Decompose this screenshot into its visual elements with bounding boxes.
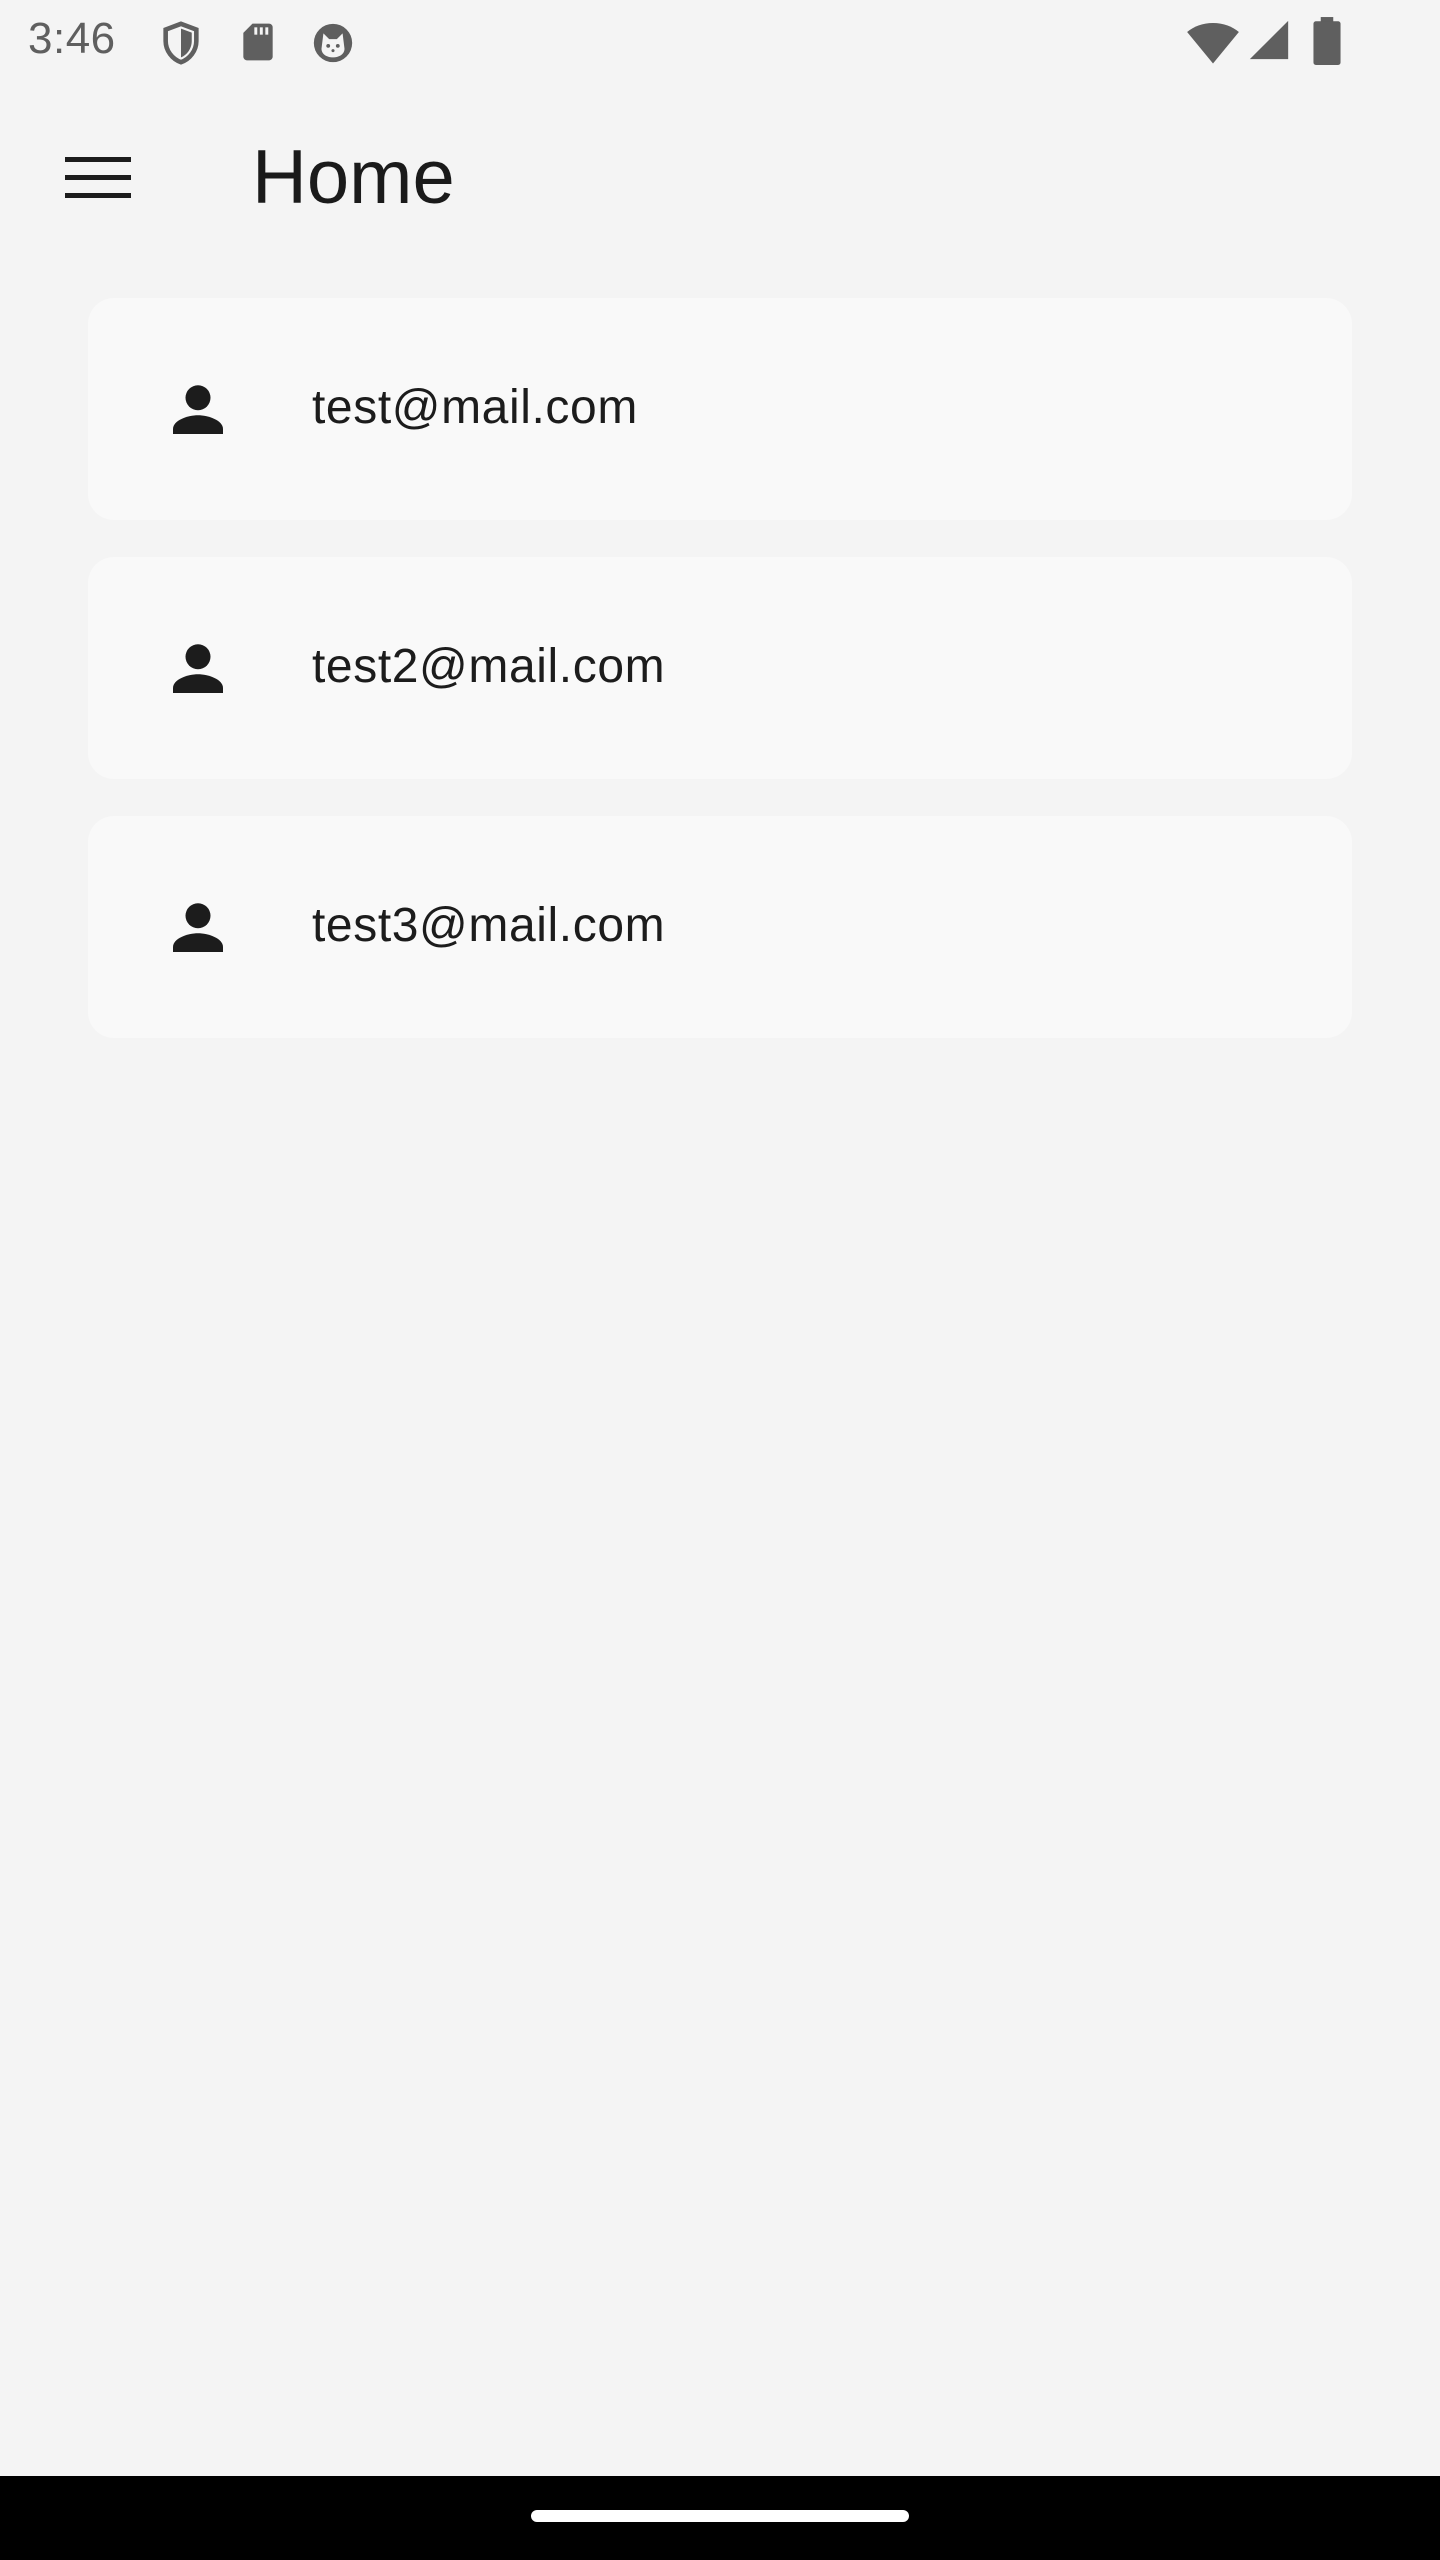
sd-card-icon <box>243 23 273 61</box>
status-bar: 3:46 <box>0 0 1440 84</box>
user-list-item[interactable]: test3@mail.com <box>88 816 1352 1038</box>
person-icon <box>173 644 223 693</box>
app-bar: Home <box>0 84 1440 276</box>
navigation-bar <box>0 2476 1440 2560</box>
shield-icon <box>163 21 199 65</box>
screen: 3:46 Home test@mail.com test2@mail.com t… <box>0 0 1440 2560</box>
user-list: test@mail.com test2@mail.com test3@mail.… <box>88 298 1352 1075</box>
menu-button[interactable] <box>48 128 148 228</box>
user-email: test3@mail.com <box>312 899 666 952</box>
battery-icon <box>1313 17 1341 65</box>
user-email: test@mail.com <box>312 381 638 434</box>
user-list-item[interactable]: test@mail.com <box>88 298 1352 520</box>
wifi-icon <box>1187 23 1239 64</box>
home-gesture-handle[interactable] <box>531 2510 909 2522</box>
status-time: 3:46 <box>28 14 116 63</box>
page-title: Home <box>252 135 455 220</box>
person-icon <box>173 903 223 952</box>
hamburger-menu-icon <box>65 157 131 198</box>
person-icon <box>173 385 223 434</box>
cell-signal-icon <box>1249 20 1289 60</box>
user-email: test2@mail.com <box>312 640 666 693</box>
user-list-item[interactable]: test2@mail.com <box>88 557 1352 779</box>
cat-face-icon <box>313 23 353 63</box>
